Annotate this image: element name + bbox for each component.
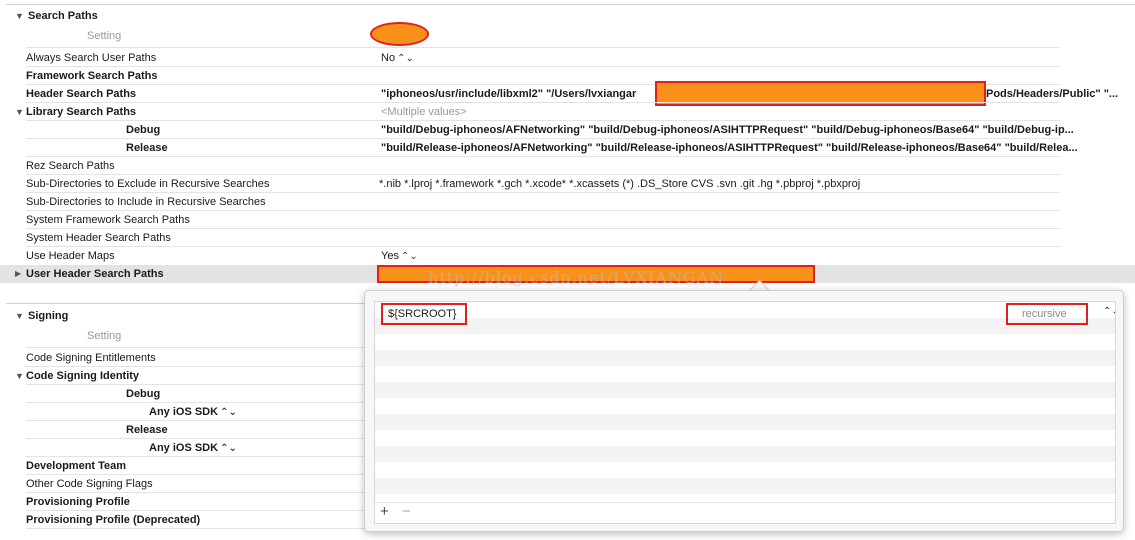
setting-name: Use Header Maps [26, 250, 115, 262]
recursion-popup[interactable]: recursive [1006, 303, 1088, 325]
table-row [375, 398, 1115, 414]
setting-name: Other Code Signing Flags [26, 478, 153, 490]
search-paths-popover[interactable]: ${SRCROOT} recursive ⌃⌄ + − [364, 290, 1124, 532]
setting-value[interactable]: "build/Release-iphoneos/AFNetworking" "b… [381, 139, 1078, 157]
popup-stepper-icon[interactable]: ⌃⌄ [220, 443, 237, 454]
setting-name: Library Search Paths [26, 106, 137, 118]
table-row [375, 350, 1115, 366]
table-row [375, 366, 1115, 382]
setting-name: Code Signing Entitlements [26, 352, 156, 364]
path-value-box[interactable]: ${SRCROOT} [381, 303, 467, 325]
disclosure-open-icon[interactable]: ▼ [15, 103, 24, 121]
value-text: No [381, 52, 396, 64]
setting-header: Setting [87, 330, 122, 342]
section-divider [6, 303, 366, 304]
table-row [375, 446, 1115, 462]
table-row [375, 382, 1115, 398]
add-path-button[interactable]: + [380, 504, 389, 520]
table-row [375, 478, 1115, 494]
disclosure-open-icon[interactable]: ▼ [15, 307, 24, 325]
popup-stepper-icon[interactable]: ⌃⌄ [401, 251, 418, 262]
setting-name: Development Team [26, 460, 127, 472]
top-divider [6, 4, 1135, 5]
row-divider [26, 228, 1060, 229]
table-row [375, 462, 1115, 478]
disclosure-closed-icon[interactable]: ▶ [15, 265, 21, 283]
setting-name: Sub-Directories to Exclude in Recursive … [26, 178, 270, 190]
sdk-text: Any iOS SDK [149, 406, 219, 418]
setting-name: Provisioning Profile (Deprecated) [26, 514, 201, 526]
setting-value-start[interactable]: "iphoneos/usr/include/libxml2" "/Users/l… [381, 85, 636, 103]
setting-name: Debug [126, 124, 161, 136]
setting-name: Provisioning Profile [26, 496, 130, 508]
value-text: Yes [381, 250, 399, 262]
table-row [375, 334, 1115, 350]
popover-footer: + − [375, 502, 1115, 523]
section-title: Signing [28, 310, 69, 322]
setting-name: Sub-Directories to Include in Recursive … [26, 196, 266, 208]
redaction-ellipse [370, 22, 429, 46]
path-value[interactable]: ${SRCROOT} [388, 308, 456, 320]
disclosure-open-icon[interactable]: ▼ [15, 7, 24, 25]
setting-value[interactable]: *.nib *.lproj *.framework *.gch *.xcode*… [379, 175, 860, 193]
setting-header: Setting [87, 30, 122, 42]
setting-name: Debug [126, 388, 161, 400]
row-divider [26, 47, 1060, 48]
setting-name: Always Search User Paths [26, 52, 157, 64]
setting-name: Header Search Paths [26, 88, 137, 100]
table-row [375, 414, 1115, 430]
popup-stepper-icon[interactable]: ⌃⌄ [397, 53, 414, 64]
setting-name: Rez Search Paths [26, 160, 115, 172]
setting-name: System Framework Search Paths [26, 214, 190, 226]
table-row [375, 318, 1115, 334]
row-divider [26, 156, 1060, 157]
paths-table[interactable]: ${SRCROOT} recursive ⌃⌄ + − [374, 301, 1116, 524]
setting-name: User Header Search Paths [26, 268, 164, 280]
setting-value-end[interactable]: Pods/Headers/Public" "... [986, 85, 1118, 103]
popup-stepper-icon[interactable]: ⌃⌄ [220, 407, 237, 418]
row-divider [26, 246, 1060, 247]
remove-path-button[interactable]: − [402, 504, 411, 520]
setting-name: Code Signing Identity [26, 370, 140, 382]
table-row [375, 430, 1115, 446]
setting-value[interactable]: <Multiple values> [381, 103, 467, 121]
disclosure-open-icon[interactable]: ▼ [15, 367, 24, 385]
watermark: http://blog.csdn.net/LVXIANGAN [428, 268, 725, 287]
row-divider [26, 66, 1060, 67]
table-row[interactable] [375, 302, 1115, 318]
setting-value[interactable]: "build/Debug-iphoneos/AFNetworking" "bui… [381, 121, 1074, 139]
popup-stepper-icon[interactable]: ⌃⌄ [1103, 306, 1115, 317]
section-title: Search Paths [28, 10, 98, 22]
setting-name: System Header Search Paths [26, 232, 171, 244]
recursion-value[interactable]: recursive [1022, 308, 1067, 320]
row-divider [26, 347, 366, 348]
row-divider [26, 384, 366, 385]
setting-value[interactable]: Yes ⌃⌄ [381, 247, 418, 266]
setting-name: Framework Search Paths [26, 70, 158, 82]
setting-name: Release [126, 424, 168, 436]
setting-name: Release [126, 142, 168, 154]
sdk-text: Any iOS SDK [149, 442, 219, 454]
row-divider [26, 528, 366, 529]
row-divider [26, 102, 1060, 103]
row-divider [26, 420, 366, 421]
